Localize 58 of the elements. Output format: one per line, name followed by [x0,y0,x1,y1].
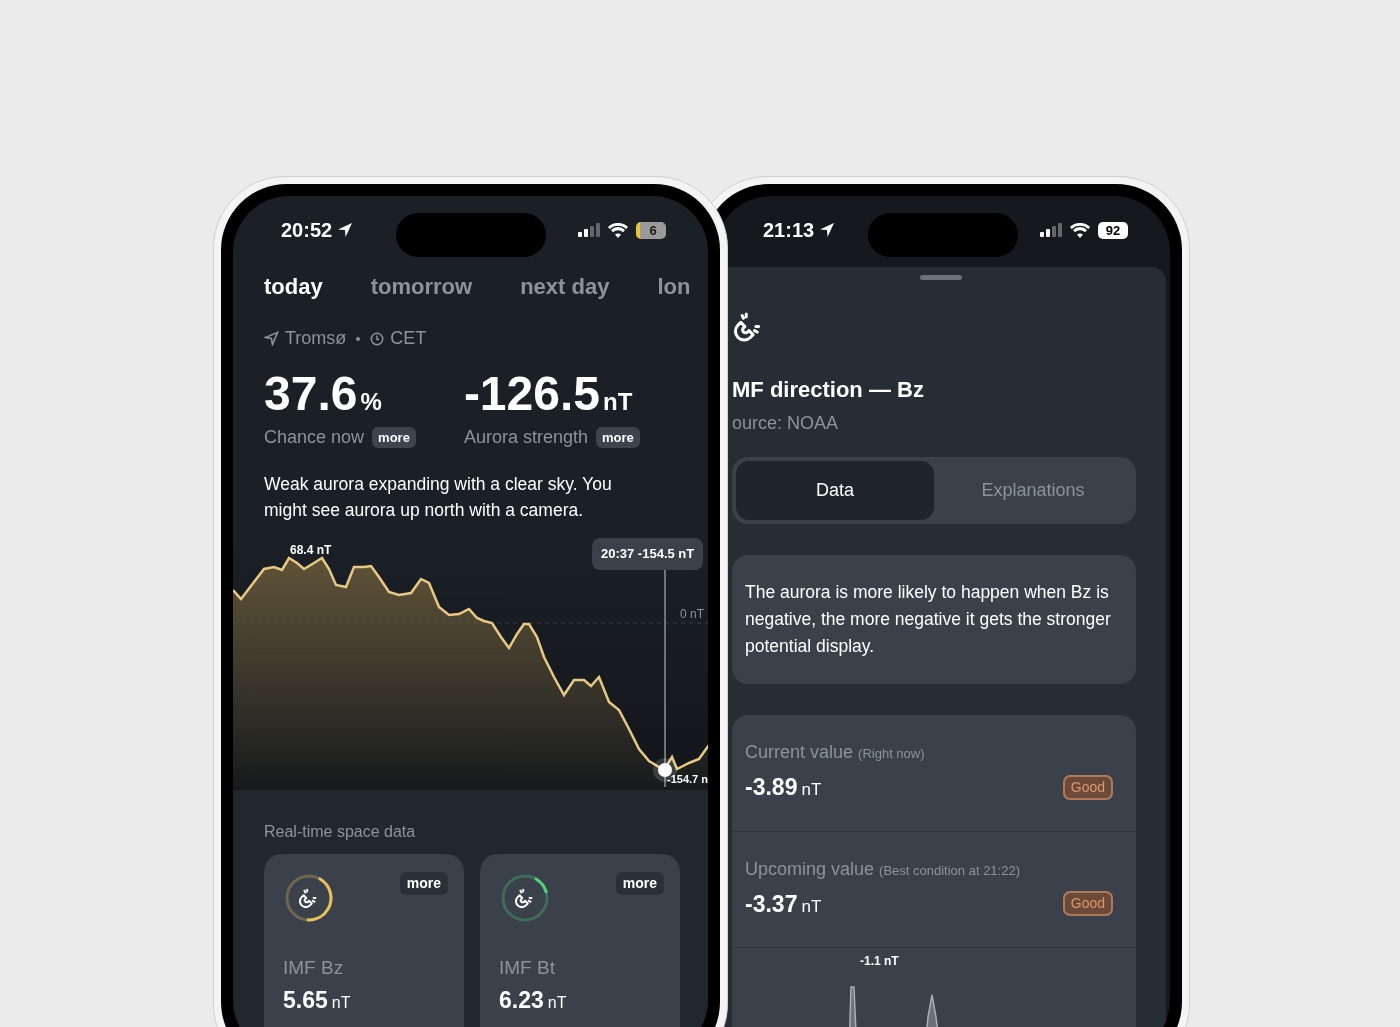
chart-low-label: -154.7 n [667,772,708,787]
more-button[interactable]: more [615,872,664,895]
source-label: ource: NOAA [732,411,840,435]
stat-unit: nT [603,387,633,417]
chart-tooltip: 20:37 -154.5 nT [592,538,704,570]
reading-unit: nT [801,895,822,918]
chart-peak-label: -1.1 nT [860,953,899,970]
segment-tab[interactable]: Data [736,460,934,520]
card-unit: nT [547,992,567,1013]
signal-icon [578,223,600,237]
description-text: Weak aurora expanding with a clear sky. You might see aurora up north with a camera. [263,473,613,522]
location-arrow-icon [264,331,279,346]
status-badge: Good [1062,891,1113,917]
reading-value: -3.89 [745,773,798,802]
more-button[interactable]: more [399,872,448,895]
reading-unit: nT [801,779,822,801]
clock-icon [370,331,385,346]
reading-note: (Best condition at 21:22) [879,861,1020,880]
card-label: IMF Bt [499,956,556,980]
stat-unit: % [360,387,382,417]
card-value: 5.65 [283,985,328,1015]
card-value: 6.23 [499,985,544,1015]
explanation-text: The aurora is more likely to happen when Bz is negative, the more negative it gets the stronger potential display. [732,555,1136,684]
location-arrow-icon [336,221,355,239]
wifi-icon [1070,222,1090,238]
reading-label: Upcoming value [745,857,875,881]
day-tab[interactable]: tomorrow [370,270,473,303]
card-unit: nT [331,992,351,1013]
status-badge: Good [1062,774,1113,800]
stat-value: -126.5 [463,366,600,422]
day-tab[interactable]: lon [657,270,691,303]
day-tab[interactable]: next day [520,270,610,303]
battery-indicator: 6 [636,221,666,239]
reading-note: (Right now) [858,745,925,763]
stat-label: Aurora strength [463,426,588,449]
sheet-title: MF direction — Bz [732,375,925,404]
data-card[interactable]: more IMF Bt 6.23 nT [480,854,680,1027]
reading-label: Current value [745,741,854,764]
wifi-icon [608,222,628,238]
battery-indicator: 92 [1098,221,1128,239]
status-time: 21:13 [763,218,815,243]
status-time: 20:52 [281,218,333,243]
chart-zero-label: 0 nT [680,606,704,623]
more-button[interactable]: more [372,426,416,449]
data-card[interactable]: more IMF Bz 5.65 nT [264,854,464,1027]
day-tab[interactable]: today [264,270,323,303]
stat-value: 37.6 [264,366,358,422]
reading-value: -3.37 [745,889,798,919]
location-label: Tromsø [285,327,347,350]
location-arrow-icon [818,221,837,239]
drag-handle[interactable] [919,275,962,280]
section-title: Real-time space data [263,822,417,842]
card-label: IMF Bz [283,956,345,980]
more-button[interactable]: more [595,426,640,449]
chart-peak-label: 68.4 nT [290,542,332,559]
timezone-label: CET [390,327,427,350]
stat-label: Chance now [264,426,365,449]
signal-icon [1040,223,1062,237]
